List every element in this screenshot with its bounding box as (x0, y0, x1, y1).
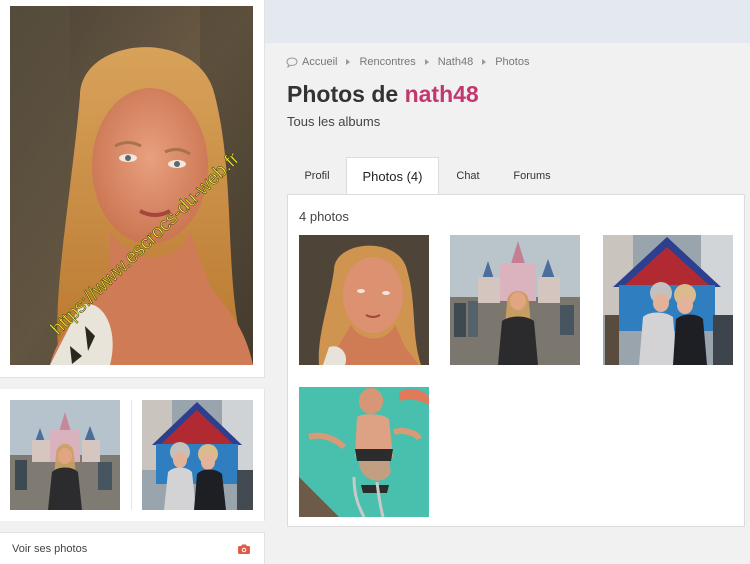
profile-tabs: Profil Photos (4) Chat Forums (287, 157, 745, 196)
profile-sidebar: https://www.escrocs-du-web.fr Voir ses p… (0, 0, 265, 564)
photo-count: 4 photos (299, 209, 349, 224)
thumbnail-castle[interactable] (10, 400, 120, 510)
breadcrumb-rencontres-link[interactable]: Rencontres (359, 56, 415, 68)
breadcrumb-photos-link[interactable]: Photos (495, 56, 529, 68)
breadcrumb-home-link[interactable]: Accueil (302, 56, 337, 68)
see-photos-button[interactable]: Voir ses photos (0, 532, 265, 564)
photos-panel: 4 photos (287, 194, 745, 527)
camera-icon (238, 544, 250, 554)
breadcrumb: Accueil Rencontres Nath48 Photos (286, 55, 529, 69)
gallery-photo-pool[interactable] (299, 387, 429, 517)
gallery-photo-portrait[interactable] (299, 235, 429, 365)
tab-chat[interactable]: Chat (439, 157, 497, 195)
tab-profil[interactable]: Profil (287, 157, 347, 195)
gallery-photo-castle[interactable] (450, 235, 580, 365)
triangle-right-icon (424, 59, 429, 65)
main-photo-card: https://www.escrocs-du-web.fr (0, 0, 265, 378)
page-title: Photos de nath48 (287, 81, 479, 108)
albums-subtitle: Tous les albums (287, 114, 381, 129)
page-title-username[interactable]: nath48 (405, 81, 479, 107)
triangle-right-icon (346, 59, 351, 65)
thumbnail-chalet[interactable] (142, 400, 253, 510)
breadcrumb-user-link[interactable]: Nath48 (438, 56, 473, 68)
page: https://www.escrocs-du-web.fr Voir ses p… (0, 0, 750, 564)
main-profile-photo[interactable]: https://www.escrocs-du-web.fr (10, 6, 253, 365)
speech-bubble-icon (286, 56, 298, 68)
tab-photos[interactable]: Photos (4) (346, 157, 439, 196)
see-photos-label: Voir ses photos (12, 543, 88, 555)
top-bar (265, 0, 750, 43)
thumbnail-divider (131, 400, 132, 510)
page-title-prefix: Photos de (287, 81, 399, 107)
thumbnails-card (0, 389, 265, 521)
tab-forums[interactable]: Forums (497, 157, 567, 195)
gallery-photo-chalet[interactable] (603, 235, 733, 365)
triangle-right-icon (482, 59, 487, 65)
